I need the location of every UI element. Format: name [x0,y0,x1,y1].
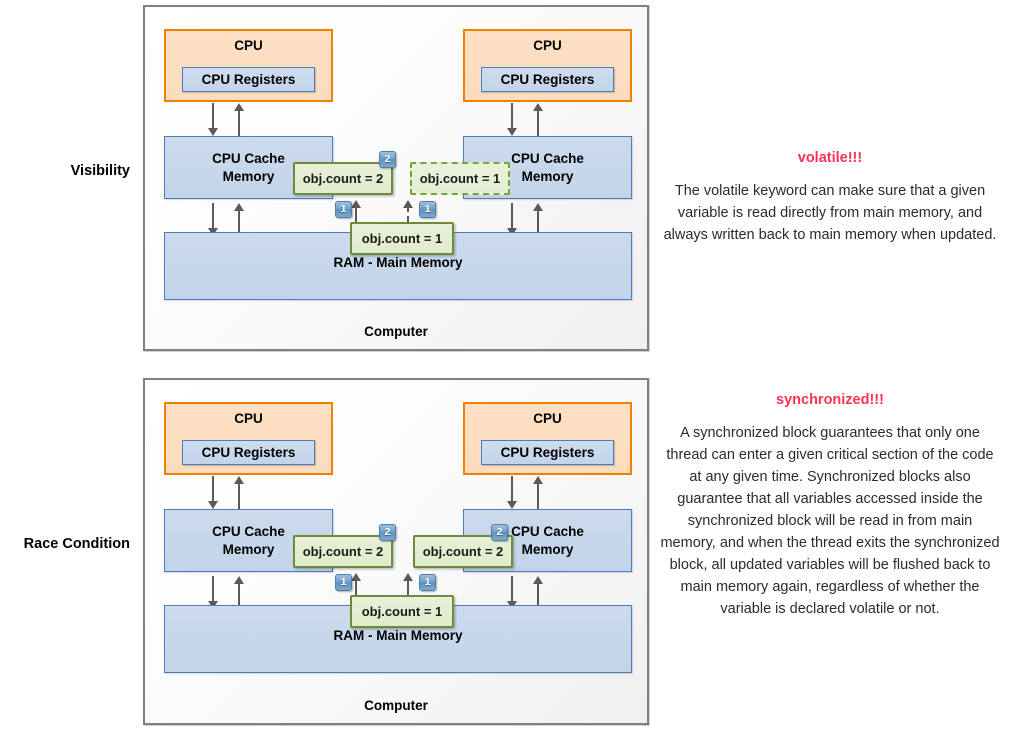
cpu-box-right-race: CPU CPU Registers [463,402,632,475]
explanation-volatile: volatile!!! The volatile keyword can mak… [660,150,1000,246]
step-badge-1-left: 1 [335,201,352,218]
value-box-cache-right-stale: obj.count = 1 [410,162,510,195]
explanation-volatile-body: The volatile keyword can make sure that … [663,183,997,243]
cpu-title-right-race: CPU [533,411,562,426]
arrow-registers-to-cache-right [507,103,518,136]
cpu-box-left-race: CPU CPU Registers [164,402,333,475]
cache-label-line1-left: CPU Cache [212,150,285,166]
ram-label-race: RAM - Main Memory [333,628,463,643]
step-badge-1-left-race: 1 [335,574,352,591]
cpu-registers-left-race: CPU Registers [182,440,315,465]
row-label-visibility: Visibility [70,163,130,179]
value-box-cache-left-race: obj.count = 2 [293,535,393,568]
computer-caption-visibility: Computer [364,324,428,339]
step-badge-2-right-race: 2 [491,524,508,541]
cpu-registers-right: CPU Registers [481,67,614,92]
cache-label-line2-right-race: Memory [521,541,574,557]
cpu-title-left: CPU [234,38,263,53]
arrow-cache-to-registers-left [234,103,245,136]
explanation-volatile-title: volatile!!! [797,150,863,166]
cache-label-line1-right: CPU Cache [511,150,584,166]
cache-label-line1-right-race: CPU Cache [511,523,584,539]
explanation-synchronized-body: A synchronized block guarantees that onl… [660,425,1000,617]
cpu-registers-right-race: CPU Registers [481,440,614,465]
arrow-cache-to-registers-right [533,103,544,136]
cache-label-line2-left: Memory [222,168,275,184]
computer-panel-race-condition: CPU CPU Registers CPU CPU Registers CPU … [143,378,649,725]
step-badge-1-right-race: 1 [419,574,436,591]
row-label-race-condition: Race Condition [23,536,130,552]
step-badge-2-left: 2 [379,151,396,168]
arrow-cache-to-registers-left-race [234,476,245,509]
cache-label-line1-left-race: CPU Cache [212,523,285,539]
value-box-ram-race: obj.count = 1 [350,595,454,628]
step-badge-1-right: 1 [419,201,436,218]
explanation-synchronized: synchronized!!! A synchronized block gua… [660,392,1000,620]
cpu-title-left-race: CPU [234,411,263,426]
cache-label-line2-right: Memory [521,168,574,184]
cpu-box-right: CPU CPU Registers [463,29,632,102]
value-box-cache-left: obj.count = 2 [293,162,393,195]
cpu-box-left: CPU CPU Registers [164,29,333,102]
cache-label-line2-left-race: Memory [222,541,275,557]
arrow-cache-to-registers-right-race [533,476,544,509]
arrow-registers-to-cache-left [208,103,219,136]
step-badge-2-left-race: 2 [379,524,396,541]
computer-panel-visibility: CPU CPU Registers CPU CPU Registers CPU … [143,5,649,351]
cpu-title-right: CPU [533,38,562,53]
arrow-registers-to-cache-right-race [507,476,518,509]
computer-caption-race: Computer [364,698,428,713]
cpu-registers-left: CPU Registers [182,67,315,92]
explanation-synchronized-title: synchronized!!! [776,392,884,408]
value-box-ram: obj.count = 1 [350,222,454,255]
ram-label: RAM - Main Memory [333,255,463,270]
arrow-registers-to-cache-left-race [208,476,219,509]
